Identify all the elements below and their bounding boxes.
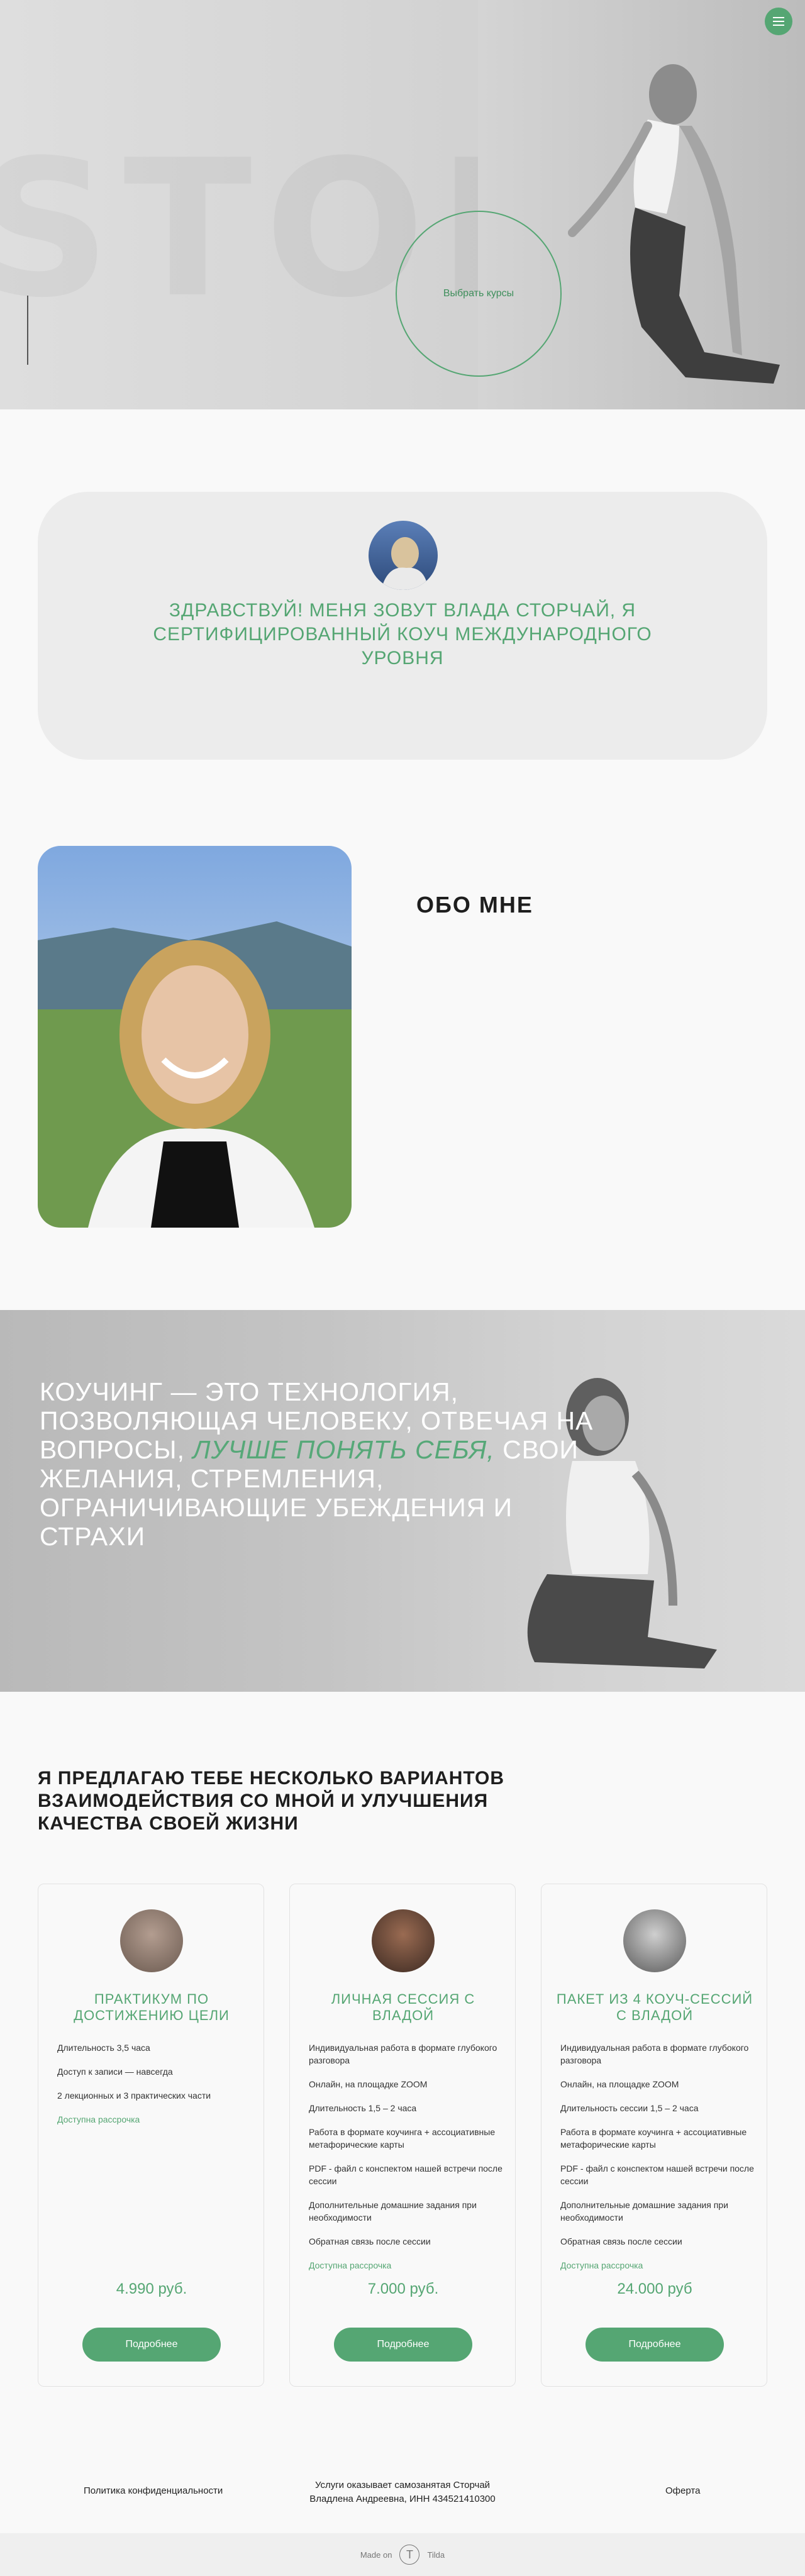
card-feature: Дополнительные домашние задания при необ…: [309, 2200, 477, 2223]
card-price: 7.000 руб.: [367, 2280, 439, 2297]
card-installment: Доступна рассрочка: [560, 2260, 643, 2270]
offer-link[interactable]: Оферта: [665, 2485, 700, 2496]
details-button[interactable]: Подробнее: [334, 2328, 472, 2362]
offer-card-practicum: Практикум по достижению цели Длительност…: [38, 1884, 264, 2387]
card-feature: Обратная связь после сессии: [560, 2236, 682, 2246]
tilda-label: Tilda: [427, 2550, 445, 2560]
card-price: 4.990 руб.: [116, 2280, 187, 2297]
card-feature: Работа в формате коучинга + ассоциативны…: [560, 2127, 747, 2150]
card-thumbnail: [372, 1909, 435, 1972]
card-feature: Онлайн, на площадке ZOOM: [309, 2079, 428, 2089]
card-features: Индивидуальная работа в формате глубоког…: [309, 2041, 504, 2283]
card-title: Пакет из 4 коуч-сессий с Владой: [556, 1991, 753, 2023]
legal-info: Услуги оказывает самозанятая Сторчай Вла…: [277, 2479, 528, 2506]
card-feature: Работа в формате коучинга + ассоциативны…: [309, 2127, 496, 2150]
legal-line-2: Владлена Андреевна, ИНН 434521410300: [309, 2494, 496, 2504]
card-thumbnail: [120, 1909, 183, 1972]
card-feature: Индивидуальная работа в формате глубоког…: [560, 2043, 749, 2065]
privacy-policy-link[interactable]: Политика конфиденциальности: [84, 2485, 223, 2496]
card-feature: Длительность сессии 1,5 – 2 часа: [560, 2103, 699, 2113]
details-button[interactable]: Подробнее: [586, 2328, 724, 2362]
card-feature: 2 лекционных и 3 практических части: [57, 2090, 211, 2101]
details-button[interactable]: Подробнее: [82, 2328, 221, 2362]
choose-courses-button[interactable]: Выбрать курсы: [396, 211, 562, 377]
greeting-card: Здравствуй! Меня зовут Влада Сторчай, я …: [38, 492, 767, 760]
card-installment: Доступна рассрочка: [57, 2114, 140, 2124]
tilda-logo-icon: T: [399, 2545, 420, 2565]
card-feature: PDF - файл с конспектом нашей встречи по…: [560, 2163, 754, 2186]
made-on-tilda-bar[interactable]: Made on T Tilda: [0, 2533, 805, 2576]
card-title: Личная сессия с Владой: [331, 1991, 475, 2023]
card-feature: Длительность 3,5 часа: [57, 2043, 150, 2053]
card-feature: Индивидуальная работа в формате глубоког…: [309, 2043, 497, 2065]
card-thumbnail: [623, 1909, 686, 1972]
card-feature: Длительность 1,5 – 2 часа: [309, 2103, 417, 2113]
scroll-indicator-line: [27, 296, 28, 365]
about-title: ОБО МНЕ: [416, 892, 533, 918]
coaching-statement: КОУЧИНГ — ЭТО ТЕХНОЛОГИЯ, ПОЗВОЛЯЮЩАЯ ЧЕ…: [40, 1377, 606, 1551]
hero-section: STORCHAI Выбрать курсы: [0, 0, 805, 409]
offer-card-package: Пакет из 4 коуч-сессий с Владой Индивиду…: [541, 1884, 767, 2387]
card-features: Индивидуальная работа в формате глубоког…: [560, 2041, 755, 2283]
card-feature: Онлайн, на площадке ZOOM: [560, 2079, 679, 2089]
card-installment: Доступна рассрочка: [309, 2260, 392, 2270]
coaching-banner: КОУЧИНГ — ЭТО ТЕХНОЛОГИЯ, ПОЗВОЛЯЮЩАЯ ЧЕ…: [0, 1310, 805, 1692]
card-feature: Обратная связь после сессии: [309, 2236, 431, 2246]
made-on-label: Made on: [360, 2550, 392, 2560]
card-feature: Дополнительные домашние задания при необ…: [560, 2200, 728, 2223]
about-photo: [38, 846, 352, 1228]
card-price: 24.000 руб: [617, 2280, 692, 2297]
card-feature: Доступ к записи — навсегда: [57, 2067, 173, 2077]
offers-title: Я предлагаю тебе несколько вариантов вза…: [38, 1768, 505, 1834]
burger-menu-icon[interactable]: [765, 8, 792, 35]
offer-card-personal-session: Личная сессия с Владой Индивидуальная ра…: [289, 1884, 516, 2387]
coaching-text-highlight: ЛУЧШЕ ПОНЯТЬ СЕБЯ,: [192, 1435, 495, 1464]
card-features: Длительность 3,5 часа Доступ к записи — …: [57, 2041, 252, 2137]
greeting-text: Здравствуй! Меня зовут Влада Сторчай, я …: [153, 600, 652, 669]
legal-line-1: Услуги оказывает самозанятая Сторчай: [314, 2480, 491, 2490]
card-feature: PDF - файл с конспектом нашей встречи по…: [309, 2163, 502, 2186]
avatar: [369, 521, 438, 590]
card-title: Практикум по достижению цели: [74, 1991, 230, 2023]
